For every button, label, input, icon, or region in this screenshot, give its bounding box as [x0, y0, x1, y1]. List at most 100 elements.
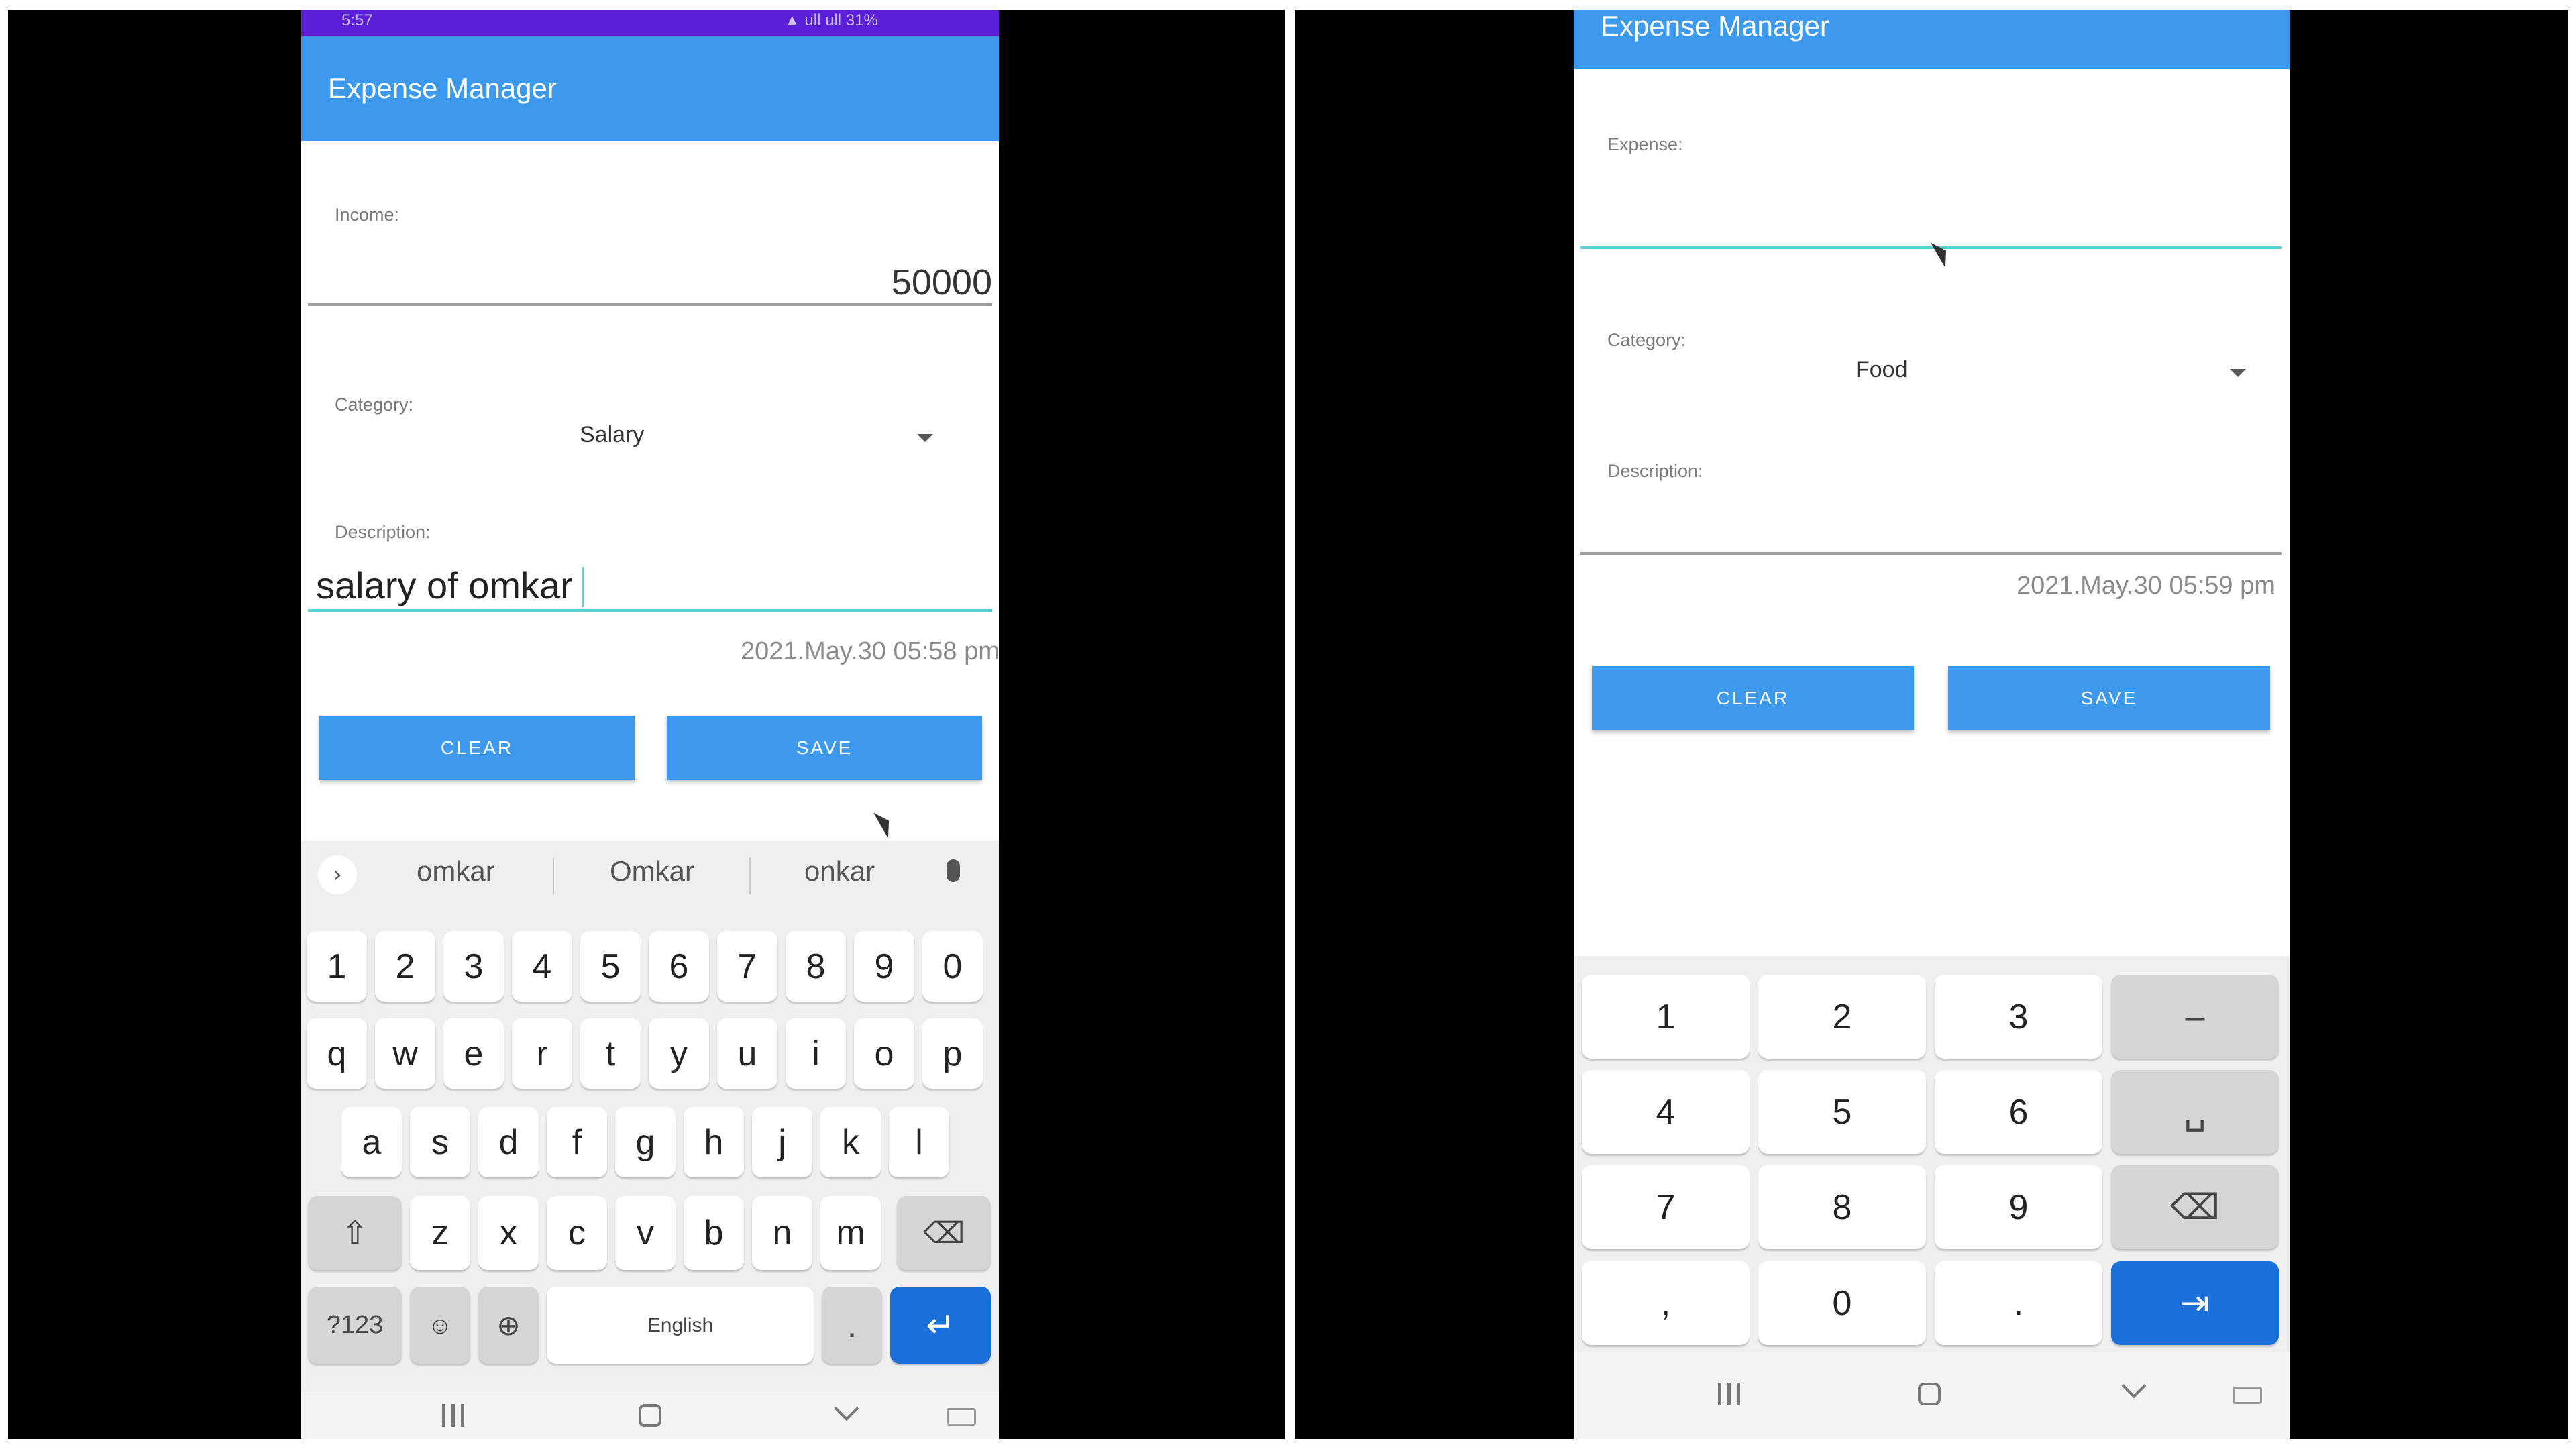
- category-dropdown[interactable]: Salary: [402, 419, 945, 460]
- app-title: Expense Manager: [1601, 10, 1829, 42]
- description-label: Description:: [1607, 461, 1703, 481]
- numpad-0[interactable]: 0: [1758, 1261, 1926, 1345]
- key-j[interactable]: j: [752, 1107, 812, 1177]
- key-b[interactable]: b: [684, 1196, 744, 1270]
- keyboard-switch-icon[interactable]: [947, 1408, 976, 1426]
- status-bar: 5:57 ▲ ull ull 31%: [301, 10, 999, 36]
- key-m[interactable]: m: [820, 1196, 881, 1270]
- suggestion-1[interactable]: omkar: [417, 855, 495, 888]
- key-z[interactable]: z: [410, 1196, 470, 1270]
- income-label: Income:: [335, 205, 400, 225]
- description-field[interactable]: [1580, 493, 2278, 560]
- key-o[interactable]: o: [854, 1018, 914, 1089]
- key-1[interactable]: 1: [307, 931, 367, 1002]
- clear-button[interactable]: CLEAR: [1592, 666, 1914, 730]
- home-icon[interactable]: [1918, 1383, 1941, 1405]
- numpad-8[interactable]: 8: [1758, 1165, 1926, 1249]
- key-9[interactable]: 9: [854, 931, 914, 1002]
- period-key[interactable]: .: [822, 1287, 882, 1364]
- recents-icon[interactable]: [442, 1404, 466, 1427]
- description-underline: [1580, 552, 2282, 555]
- minus-key[interactable]: –: [2111, 975, 2279, 1059]
- key-a[interactable]: a: [341, 1107, 402, 1177]
- key-s[interactable]: s: [410, 1107, 470, 1177]
- key-r[interactable]: r: [512, 1018, 572, 1089]
- enter-arrow-icon: ↵: [926, 1305, 955, 1345]
- suggestion-3[interactable]: onkar: [804, 855, 875, 888]
- numpad-9[interactable]: 9: [1935, 1165, 2102, 1249]
- nav-bar: [1574, 1352, 2290, 1439]
- numpad-4[interactable]: 4: [1582, 1070, 1750, 1154]
- save-button[interactable]: SAVE: [667, 716, 982, 780]
- symbols-key[interactable]: ?123: [308, 1287, 402, 1364]
- income-field[interactable]: 50000: [892, 262, 992, 303]
- expand-chevron-icon[interactable]: ›: [318, 855, 357, 894]
- suggestion-2[interactable]: Omkar: [610, 855, 694, 888]
- numpad-1[interactable]: 1: [1582, 975, 1750, 1059]
- numpad-7[interactable]: 7: [1582, 1165, 1750, 1249]
- key-8[interactable]: 8: [786, 931, 846, 1002]
- text-cursor: [582, 567, 584, 607]
- category-dropdown[interactable]: Food: [1688, 354, 2258, 394]
- key-g[interactable]: g: [615, 1107, 676, 1177]
- dropdown-arrow-icon: [2230, 369, 2246, 377]
- nav-bar: [301, 1392, 999, 1439]
- key-n[interactable]: n: [752, 1196, 812, 1270]
- numpad-6[interactable]: 6: [1935, 1070, 2102, 1154]
- next-tab-key[interactable]: ⇥: [2111, 1261, 2279, 1345]
- key-f[interactable]: f: [547, 1107, 607, 1177]
- key-q[interactable]: q: [307, 1018, 367, 1089]
- key-h[interactable]: h: [684, 1107, 744, 1177]
- microphone-icon[interactable]: [947, 859, 960, 882]
- hide-keyboard-chevron-icon[interactable]: [2121, 1373, 2147, 1399]
- key-0[interactable]: 0: [922, 931, 983, 1002]
- key-4[interactable]: 4: [512, 931, 572, 1002]
- hide-keyboard-chevron-icon[interactable]: [834, 1396, 859, 1421]
- right-screenshot-panel: Expense Manager Expense: Category: Food …: [1295, 10, 2568, 1439]
- recents-icon[interactable]: [1718, 1383, 1742, 1405]
- key-c[interactable]: c: [547, 1196, 607, 1270]
- clear-button[interactable]: CLEAR: [319, 716, 635, 780]
- key-3[interactable]: 3: [443, 931, 504, 1002]
- key-i[interactable]: i: [786, 1018, 846, 1089]
- emoji-comma-key[interactable]: ☺: [410, 1287, 470, 1364]
- language-key[interactable]: ⊕: [478, 1287, 539, 1364]
- numpad-5[interactable]: 5: [1758, 1070, 1926, 1154]
- key-d[interactable]: d: [478, 1107, 539, 1177]
- save-button[interactable]: SAVE: [1948, 666, 2270, 730]
- left-screenshot-panel: 5:57 ▲ ull ull 31% Expense Manager Incom…: [8, 10, 1285, 1439]
- home-icon[interactable]: [639, 1404, 661, 1427]
- space-key[interactable]: English: [547, 1287, 814, 1364]
- key-e[interactable]: e: [443, 1018, 504, 1089]
- key-v[interactable]: v: [615, 1196, 676, 1270]
- key-7[interactable]: 7: [717, 931, 777, 1002]
- key-6[interactable]: 6: [649, 931, 709, 1002]
- key-t[interactable]: t: [580, 1018, 641, 1089]
- datetime-stamp: 2021.May.30 05:59 pm: [2017, 572, 2275, 600]
- key-5[interactable]: 5: [580, 931, 641, 1002]
- backspace-key[interactable]: ⌫: [2111, 1165, 2279, 1249]
- enter-key[interactable]: ↵: [890, 1287, 991, 1364]
- period-key[interactable]: .: [1935, 1261, 2102, 1345]
- soft-keyboard: › omkar Omkar onkar 1 2 3 4 5 6 7 8 9 0 …: [301, 841, 999, 1392]
- comma-key[interactable]: ,: [1582, 1261, 1750, 1345]
- mouse-pointer-icon: [873, 808, 897, 839]
- description-field[interactable]: salary of omkar: [316, 564, 573, 607]
- backspace-icon: ⌫: [922, 1216, 965, 1250]
- key-w[interactable]: w: [375, 1018, 435, 1089]
- key-2[interactable]: 2: [375, 931, 435, 1002]
- key-x[interactable]: x: [478, 1196, 539, 1270]
- key-y[interactable]: y: [649, 1018, 709, 1089]
- backspace-key[interactable]: ⌫: [897, 1196, 991, 1270]
- shift-key[interactable]: ⇧: [308, 1196, 402, 1270]
- space-key[interactable]: ␣: [2111, 1070, 2279, 1154]
- globe-icon: ⊕: [496, 1309, 521, 1341]
- numpad-2[interactable]: 2: [1758, 975, 1926, 1059]
- key-l[interactable]: l: [889, 1107, 949, 1177]
- numpad-3[interactable]: 3: [1935, 975, 2102, 1059]
- category-label: Category:: [335, 394, 414, 415]
- key-u[interactable]: u: [717, 1018, 777, 1089]
- key-k[interactable]: k: [820, 1107, 881, 1177]
- keyboard-switch-icon[interactable]: [2233, 1387, 2262, 1404]
- key-p[interactable]: p: [922, 1018, 983, 1089]
